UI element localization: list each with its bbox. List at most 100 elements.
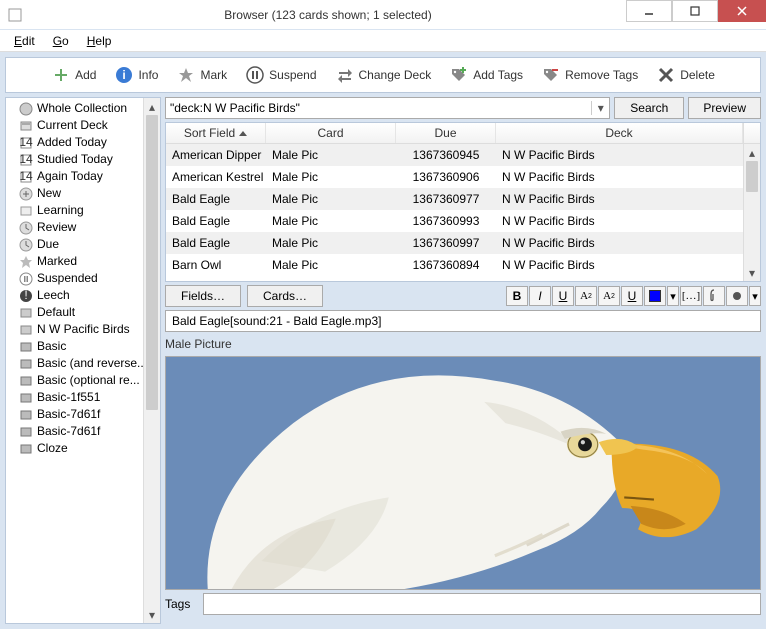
remove-tags-button[interactable]: Remove Tags bbox=[541, 65, 638, 85]
app-icon bbox=[0, 7, 30, 23]
italic-button[interactable]: I bbox=[529, 286, 551, 306]
sidebar-item-icon bbox=[18, 271, 33, 286]
add-button[interactable]: Add bbox=[51, 65, 96, 85]
sidebar-item[interactable]: Basic bbox=[6, 338, 160, 355]
mark-button[interactable]: Mark bbox=[176, 65, 227, 85]
window-close-button[interactable] bbox=[718, 0, 766, 22]
sidebar-item[interactable]: Basic-1f551 bbox=[6, 389, 160, 406]
tags-input[interactable] bbox=[203, 593, 761, 615]
fields-button[interactable]: Fields… bbox=[165, 285, 241, 307]
menu-help[interactable]: Help bbox=[79, 32, 120, 50]
sidebar-item-label: Basic-7d61f bbox=[37, 423, 100, 440]
scroll-thumb[interactable] bbox=[746, 161, 758, 192]
sidebar-item[interactable]: N W Pacific Birds bbox=[6, 321, 160, 338]
sidebar-item[interactable]: New bbox=[6, 185, 160, 202]
male-picture-field[interactable] bbox=[165, 356, 761, 590]
sidebar-item[interactable]: Cloze bbox=[6, 440, 160, 457]
chevron-down-icon[interactable]: ▾ bbox=[591, 101, 609, 115]
sidebar-item-icon bbox=[18, 322, 33, 337]
menu-go[interactable]: Go bbox=[45, 32, 77, 50]
info-button[interactable]: i Info bbox=[114, 65, 158, 85]
svg-text:14: 14 bbox=[19, 136, 33, 149]
sidebar-item[interactable]: Basic (and reverse... bbox=[6, 355, 160, 372]
sidebar-item[interactable]: 14Studied Today bbox=[6, 151, 160, 168]
table-row[interactable]: Bald EagleMale Pic1367360977N W Pacific … bbox=[166, 188, 743, 210]
table-row[interactable]: American KestrelMale Pic1367360906N W Pa… bbox=[166, 166, 743, 188]
sidebar-item-icon bbox=[18, 186, 33, 201]
sidebar-item[interactable]: ! Leech bbox=[6, 287, 160, 304]
front-field[interactable]: Bald Eagle[sound:21 - Bald Eagle.mp3] bbox=[165, 310, 761, 332]
col-card[interactable]: Card bbox=[266, 123, 396, 143]
table-scrollbar[interactable]: ▴ ▾ bbox=[743, 123, 760, 281]
cell-due: 1367360894 bbox=[396, 255, 496, 275]
cell-card: Male Pic bbox=[266, 167, 396, 187]
scroll-down-icon[interactable]: ▾ bbox=[144, 606, 160, 623]
sidebar-item-icon bbox=[18, 118, 33, 133]
card-table: Sort Field Card Due Deck American Dipper… bbox=[165, 122, 761, 282]
table-row[interactable]: Bald EagleMale Pic1367360993N W Pacific … bbox=[166, 210, 743, 232]
front-field-value: Bald Eagle[sound:21 - Bald Eagle.mp3] bbox=[172, 314, 381, 328]
scroll-down-icon[interactable]: ▾ bbox=[744, 264, 760, 281]
table-row[interactable]: Bald EagleMale Pic1367360997N W Pacific … bbox=[166, 232, 743, 254]
sidebar-item[interactable]: Suspended bbox=[6, 270, 160, 287]
bold-button[interactable]: B bbox=[506, 286, 528, 306]
sidebar-item[interactable]: Basic-7d61f bbox=[6, 406, 160, 423]
cloze-button[interactable]: […] bbox=[680, 286, 702, 306]
cell-sort-field: Bald Eagle bbox=[166, 189, 266, 209]
window-minimize-button[interactable] bbox=[626, 0, 672, 22]
window-maximize-button[interactable] bbox=[672, 0, 718, 22]
sidebar-item[interactable]: Basic-7d61f bbox=[6, 423, 160, 440]
scroll-up-icon[interactable]: ▴ bbox=[144, 98, 160, 115]
tag-minus-icon bbox=[541, 65, 561, 85]
sidebar-scrollbar[interactable]: ▴ ▾ bbox=[143, 98, 160, 623]
add-tags-button[interactable]: Add Tags bbox=[449, 65, 523, 85]
scroll-up-icon[interactable]: ▴ bbox=[744, 144, 760, 161]
sidebar-item[interactable]: Whole Collection bbox=[6, 100, 160, 117]
table-row[interactable]: Barn OwlMale Pic1367360894N W Pacific Bi… bbox=[166, 254, 743, 276]
sort-asc-icon bbox=[239, 131, 247, 136]
eagle-image bbox=[166, 357, 760, 589]
sidebar-item-label: Studied Today bbox=[37, 151, 113, 168]
cell-sort-field: American Kestrel bbox=[166, 167, 266, 187]
scroll-thumb[interactable] bbox=[146, 115, 158, 410]
superscript-button[interactable]: A2 bbox=[575, 286, 597, 306]
more-dropdown-button[interactable]: ▾ bbox=[749, 286, 761, 306]
pause-icon bbox=[245, 65, 265, 85]
search-button[interactable]: Search bbox=[614, 97, 684, 119]
window-titlebar: Browser (123 cards shown; 1 selected) bbox=[0, 0, 766, 30]
search-input[interactable] bbox=[166, 101, 591, 115]
menubar: Edit Go Help bbox=[0, 30, 766, 52]
sidebar-item[interactable]: Due bbox=[6, 236, 160, 253]
subscript-button[interactable]: A2 bbox=[598, 286, 620, 306]
color-button[interactable] bbox=[644, 286, 666, 306]
delete-button[interactable]: Delete bbox=[656, 65, 715, 85]
sidebar-item[interactable]: Review bbox=[6, 219, 160, 236]
cell-due: 1367360993 bbox=[396, 211, 496, 231]
sidebar-item[interactable]: Current Deck bbox=[6, 117, 160, 134]
cards-button[interactable]: Cards… bbox=[247, 285, 323, 307]
sidebar-item-label: Leech bbox=[37, 287, 70, 304]
sidebar-item[interactable]: Marked bbox=[6, 253, 160, 270]
sidebar-item[interactable]: 14Again Today bbox=[6, 168, 160, 185]
sidebar-item[interactable]: 14Added Today bbox=[6, 134, 160, 151]
col-due[interactable]: Due bbox=[396, 123, 496, 143]
sidebar-item[interactable]: Learning bbox=[6, 202, 160, 219]
record-button[interactable] bbox=[726, 286, 748, 306]
clear-format-button[interactable]: U bbox=[621, 286, 643, 306]
change-deck-button[interactable]: Change Deck bbox=[335, 65, 432, 85]
table-row[interactable]: American DipperMale Pic1367360945N W Pac… bbox=[166, 144, 743, 166]
sidebar-item[interactable]: Basic (optional re... bbox=[6, 372, 160, 389]
col-deck[interactable]: Deck bbox=[496, 123, 743, 143]
sidebar-item[interactable]: Default bbox=[6, 304, 160, 321]
attach-button[interactable] bbox=[703, 286, 725, 306]
search-combobox[interactable]: ▾ bbox=[165, 97, 610, 119]
underline-button[interactable]: U bbox=[552, 286, 574, 306]
suspend-button[interactable]: Suspend bbox=[245, 65, 316, 85]
color-dropdown-button[interactable]: ▾ bbox=[667, 286, 679, 306]
svg-text:!: ! bbox=[24, 289, 27, 302]
svg-text:14: 14 bbox=[19, 170, 33, 183]
preview-button[interactable]: Preview bbox=[688, 97, 761, 119]
col-sort-field[interactable]: Sort Field bbox=[166, 123, 266, 143]
menu-edit[interactable]: Edit bbox=[6, 32, 43, 50]
window-title: Browser (123 cards shown; 1 selected) bbox=[30, 8, 626, 22]
